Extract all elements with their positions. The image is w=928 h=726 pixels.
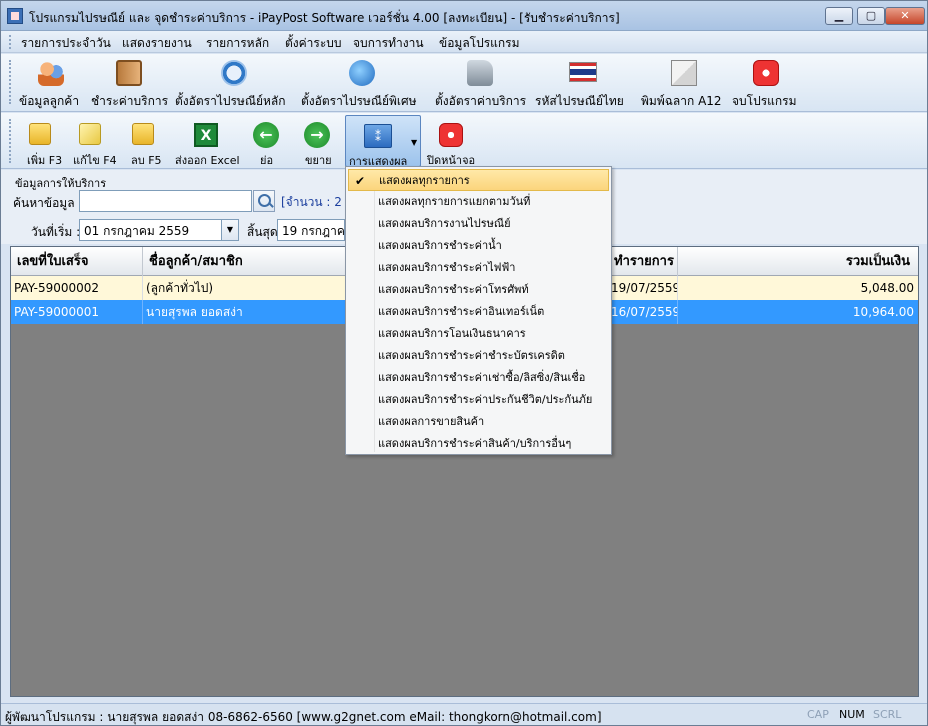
collapse-label: ย่อ [260, 154, 274, 167]
start-date-field[interactable]: 01 กรกฎาคม 2559 [79, 219, 222, 241]
arrow-right-icon: → [304, 122, 330, 148]
menu-bar: รายการประจำวัน แสดงรายงาน รายการหลัก ตั้… [1, 31, 927, 53]
window-title: โปรแกรมไปรษณีย์ และ จุดชำระค่าบริการ - i… [29, 11, 620, 25]
cell-total: 10,964.00 [852, 305, 914, 319]
menu-reports[interactable]: แสดงรายงาน [122, 34, 192, 53]
menu-grip [9, 35, 12, 49]
menu-main-list[interactable]: รายการหลัก [206, 34, 269, 53]
export-excel-label: ส่งออก Excel [175, 154, 240, 167]
delete-label: ลบ F5 [131, 154, 162, 167]
excel-icon: X [194, 123, 218, 147]
display-mode-button[interactable]: ⁑ การแสดงผล [345, 115, 421, 168]
menu-settings[interactable]: ตั้งค่าระบบ [285, 34, 342, 53]
power-icon [753, 60, 779, 86]
menu-item-postal[interactable]: แสดงผลบริการงานไปรษณีย์ [348, 213, 609, 235]
cell-date: 16/07/2559 [608, 300, 678, 324]
envelope-icon [671, 60, 697, 86]
main-toolbar: ข้อมูลลูกค้า ชำระค่าบริการ ตั้งอัตราไปรษ… [1, 54, 927, 112]
close-button[interactable]: ✕ [885, 7, 925, 25]
main-postal-rate-label: ตั้งอัตราไปรษณีย์หลัก [175, 94, 286, 108]
minimize-button[interactable]: ▁ [825, 7, 853, 25]
add-label: เพิ่ม F3 [27, 154, 63, 167]
menu-item-credit-card[interactable]: แสดงผลบริการชำระค่าชำระบัตรเครดิต [348, 345, 609, 367]
expand-label: ขยาย [305, 154, 332, 167]
status-bar: ผู้พัฒนาโปรแกรม : นายสุรพล ยอดสง่า 08-68… [1, 703, 927, 725]
menu-item-other-services[interactable]: แสดงผลบริการชำระค่าสินค้า/บริการอื่นๆ [348, 433, 609, 455]
edit-label: แก้ไข F4 [73, 154, 117, 167]
app-window: โปรแกรมไปรษณีย์ และ จุดชำระค่าบริการ - i… [0, 0, 928, 726]
menu-about[interactable]: ข้อมูลโปรแกรม [439, 34, 520, 53]
search-label: ค้นหาข้อมูล : [13, 196, 83, 210]
service-rate-label: ตั้งอัตราค่าบริการ [435, 94, 527, 108]
maximize-button[interactable]: ▢ [857, 7, 885, 25]
menu-item-label: แสดงผลทุกรายการ [379, 174, 470, 187]
cell-receipt-no: PAY-59000001 [11, 300, 143, 324]
start-date-label: วันที่เริ่ม : [31, 225, 81, 239]
start-date-dropdown-icon[interactable]: ▼ [221, 219, 239, 241]
customer-data-label: ข้อมูลลูกค้า [19, 94, 80, 108]
exit-program-label: จบโปรแกรม [732, 94, 797, 108]
edit-icon [79, 123, 101, 145]
menu-item-bank-transfer[interactable]: แสดงผลบริการโอนเงินธนาคาร [348, 323, 609, 345]
cell-receipt-no: PAY-59000002 [11, 276, 143, 300]
globe-icon [349, 60, 375, 86]
action-toolbar-grip [9, 119, 12, 163]
menu-item-insurance[interactable]: แสดงผลบริการชำระค่าประกันชีวิต/ประกันภัย [348, 389, 609, 411]
end-date-label: สิ้นสุด [247, 225, 278, 239]
display-mode-menu: ✔ แสดงผลทุกรายการ แสดงผลทุกรายการแยกตามว… [345, 166, 612, 455]
menu-item-internet[interactable]: แสดงผลบริการชำระค่าอินเทอร์เน็ต [348, 301, 609, 323]
record-count: [จำนวน : 2 ร [281, 195, 353, 209]
header-receipt-no[interactable]: เลขที่ใบเสร็จ [11, 247, 143, 276]
thai-flag-icon [569, 62, 597, 82]
menu-item-sales[interactable]: แสดงผลการขายสินค้า [348, 411, 609, 433]
display-dropdown-arrow-icon[interactable]: ▼ [411, 138, 417, 147]
title-bar[interactable]: โปรแกรมไปรษณีย์ และ จุดชำระค่าบริการ - i… [1, 1, 927, 31]
people-icon [38, 60, 64, 86]
tap-icon [467, 60, 493, 86]
search-input[interactable] [79, 190, 252, 212]
mail-icon [221, 60, 247, 86]
close-window-icon [439, 123, 463, 147]
header-total[interactable]: รวมเป็นเงิน [678, 247, 918, 276]
header-date[interactable]: ทำรายการ [608, 247, 678, 276]
menu-item-water[interactable]: แสดงผลบริการชำระค่าน้ำ [348, 235, 609, 257]
print-a12-label: พิมพ์ฉลาก A12 [641, 94, 722, 108]
end-date-field[interactable]: 19 กรกฎาคม [277, 219, 345, 241]
toolbar-grip [9, 60, 12, 104]
door-icon [116, 60, 142, 86]
special-postal-rate-label: ตั้งอัตราไปรษณีย์พิเศษ [301, 94, 417, 108]
arrow-left-icon: ← [253, 122, 279, 148]
menu-item-all[interactable]: ✔ แสดงผลทุกรายการ [348, 169, 609, 191]
menu-item-electricity[interactable]: แสดงผลบริการชำระค่าไฟฟ้า [348, 257, 609, 279]
menu-exit[interactable]: จบการทำงาน [353, 34, 424, 53]
menu-item-by-date[interactable]: แสดงผลทุกรายการแยกตามวันที่ [348, 191, 609, 213]
menu-item-leasing[interactable]: แสดงผลบริการชำระค่าเช่าซื้อ/ลิสซิ่ง/สินเ… [348, 367, 609, 389]
pay-service-label: ชำระค่าบริการ [91, 94, 169, 108]
add-folder-icon [29, 123, 51, 145]
menu-daily[interactable]: รายการประจำวัน [21, 34, 111, 53]
developer-info: ผู้พัฒนาโปรแกรม : นายสุรพล ยอดสง่า 08-68… [5, 710, 602, 724]
menu-item-phone[interactable]: แสดงผลบริการชำระค่าโทรศัพท์ [348, 279, 609, 301]
num-indicator: NUM [839, 708, 865, 721]
search-icon[interactable] [253, 190, 275, 212]
checkmark-icon: ✔ [355, 174, 366, 188]
app-icon [7, 8, 23, 24]
cell-total: 5,048.00 [860, 281, 914, 295]
delete-folder-icon [132, 123, 154, 145]
cell-date: 19/07/2559 [608, 276, 678, 300]
scroll-indicator: SCRL [873, 708, 902, 721]
display-icon: ⁑ [364, 124, 392, 148]
caps-indicator: CAP [807, 708, 829, 721]
thai-postcode-label: รหัสไปรษณีย์ไทย [535, 94, 624, 108]
